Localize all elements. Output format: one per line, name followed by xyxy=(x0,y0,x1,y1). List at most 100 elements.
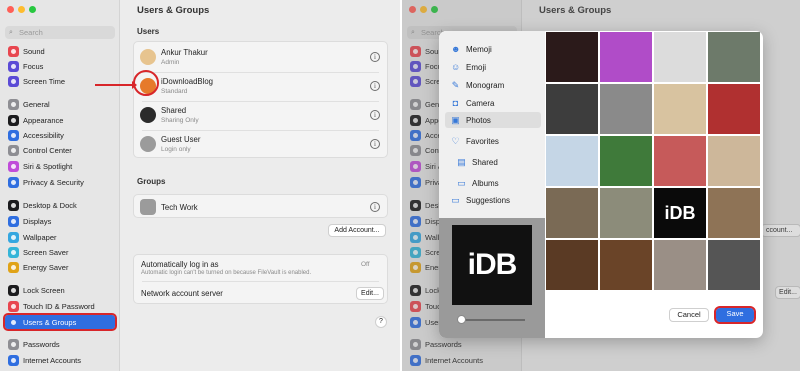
picker-item-shared[interactable]: ▤ Shared xyxy=(445,154,541,170)
picker-item-label: Albums xyxy=(472,178,499,188)
sidebar-item-touch-id-password[interactable]: Touch ID & Password xyxy=(5,299,115,313)
fingerprint-icon xyxy=(410,300,421,312)
info-icon[interactable]: i xyxy=(370,202,380,212)
divider xyxy=(142,72,379,73)
photo-thumbnail[interactable] xyxy=(708,32,760,82)
zoom-button[interactable] xyxy=(431,6,438,13)
users-icon xyxy=(8,316,19,328)
sidebar-item-users-groups[interactable]: Users & Groups xyxy=(3,313,117,331)
avatar xyxy=(140,107,156,123)
help-button[interactable]: ? xyxy=(375,316,387,328)
photo-thumbnail[interactable] xyxy=(546,84,598,134)
search-icon: ⌕ xyxy=(411,29,415,36)
divider xyxy=(142,101,379,102)
photo-thumbnail[interactable] xyxy=(546,136,598,186)
sidebar-item-screen-saver[interactable]: Screen Saver xyxy=(5,245,115,259)
settings-window-right: ⌕ Search SoundFocusScreen TimeGeneralApp… xyxy=(402,0,800,371)
wallpaper-icon xyxy=(8,231,19,243)
edit-button[interactable]: Edit... xyxy=(356,287,384,300)
sidebar-item-internet-accounts[interactable]: Internet Accounts xyxy=(5,353,115,367)
sidebar-item-energy-saver[interactable]: Energy Saver xyxy=(5,260,115,274)
sidebar-item-label: Sound xyxy=(23,46,45,56)
photo-thumbnail[interactable] xyxy=(654,84,706,134)
picker-item-emoji[interactable]: ☺ Emoji xyxy=(445,59,541,75)
sidebar-item-label: Lock Screen xyxy=(23,285,65,295)
avatar xyxy=(140,49,156,65)
search-placeholder: Search xyxy=(19,28,43,37)
sidebar-item-desktop-dock[interactable]: Desktop & Dock xyxy=(5,198,115,212)
avatar-preview: iDB xyxy=(439,218,545,338)
bg-sidebar-item: Passwords xyxy=(407,337,517,351)
minimize-button[interactable] xyxy=(18,6,25,13)
picker-item-monogram[interactable]: ✎ Monogram xyxy=(445,77,541,93)
photo-thumbnail[interactable] xyxy=(708,188,760,238)
photo-thumbnail[interactable] xyxy=(600,188,652,238)
photo-thumbnail[interactable] xyxy=(654,136,706,186)
sidebar-item-sound[interactable]: Sound xyxy=(5,44,115,58)
sidebar-item-label: Screen Saver xyxy=(23,247,69,257)
sidebar-item-displays[interactable]: Displays xyxy=(5,214,115,228)
sidebar-item-label: Desktop & Dock xyxy=(23,200,77,210)
user-name: Ankur Thakur xyxy=(161,48,208,57)
user-role: Admin xyxy=(161,59,180,66)
photo-thumbnail[interactable] xyxy=(546,240,598,290)
photo-thumbnail[interactable] xyxy=(708,240,760,290)
search-input[interactable]: ⌕ Search xyxy=(5,26,115,39)
close-button[interactable] xyxy=(409,6,416,13)
zoom-slider-track[interactable] xyxy=(459,319,525,321)
screensaver-icon xyxy=(410,246,421,258)
info-icon[interactable]: i xyxy=(370,139,380,149)
zoom-button[interactable] xyxy=(29,6,36,13)
sidebar-item-appearance[interactable]: Appearance xyxy=(5,113,115,127)
users-heading: Users xyxy=(137,27,160,36)
photo-thumbnail[interactable]: iDB xyxy=(654,188,706,238)
cancel-button[interactable]: Cancel xyxy=(669,308,709,322)
picker-item-albums[interactable]: ▭ Albums xyxy=(445,175,541,191)
picker-item-camera[interactable]: ◘ Camera xyxy=(445,95,541,111)
photo-thumbnail[interactable] xyxy=(708,136,760,186)
info-icon[interactable]: i xyxy=(370,81,380,91)
bg-sidebar-item-label: Internet Accounts xyxy=(425,355,483,365)
picker-sidebar: ☻ Memoji ☺ Emoji ✎ Monogram ◘ Camera ▣ Photos ♡ Fav… xyxy=(439,31,545,338)
sidebar-item-general[interactable]: General xyxy=(5,97,115,111)
sidebar-item-lock-screen[interactable]: Lock Screen xyxy=(5,283,115,297)
preview-image[interactable]: iDB xyxy=(452,225,532,305)
save-button[interactable]: Save xyxy=(714,306,756,324)
battery-icon xyxy=(410,261,421,273)
picker-item-label: Favorites xyxy=(466,136,499,146)
picker-item-label: Shared xyxy=(472,157,498,167)
picker-item-suggestions[interactable]: ▭ Suggestions xyxy=(445,192,541,208)
picker-item-photos[interactable]: ▣ Photos xyxy=(445,112,541,128)
close-button[interactable] xyxy=(7,6,14,13)
sidebar-item-wallpaper[interactable]: Wallpaper xyxy=(5,230,115,244)
picker-item-memoji[interactable]: ☻ Memoji xyxy=(445,41,541,57)
info-icon[interactable]: i xyxy=(370,110,380,120)
sidebar-item-label: Users & Groups xyxy=(23,317,77,327)
battery-icon xyxy=(8,261,19,273)
sidebar-item-passwords[interactable]: Passwords xyxy=(5,337,115,351)
zoom-slider-knob[interactable] xyxy=(457,315,466,324)
minimize-button[interactable] xyxy=(420,6,427,13)
photo-thumbnail[interactable] xyxy=(600,240,652,290)
siri-icon xyxy=(410,160,421,172)
picker-item-favorites[interactable]: ♡ Favorites xyxy=(445,133,541,149)
sidebar-item-privacy-security[interactable]: Privacy & Security xyxy=(5,175,115,189)
sidebar-item-siri-spotlight[interactable]: Siri & Spotlight xyxy=(5,159,115,173)
sidebar-item-focus[interactable]: Focus xyxy=(5,59,115,73)
sidebar-item-control-center[interactable]: Control Center xyxy=(5,143,115,157)
photo-thumbnail[interactable] xyxy=(600,136,652,186)
photo-thumbnail[interactable] xyxy=(546,188,598,238)
shared-album-icon: ▤ xyxy=(457,156,466,167)
sidebar-item-accessibility[interactable]: Accessibility xyxy=(5,128,115,142)
photo-thumbnail[interactable] xyxy=(708,84,760,134)
photo-thumbnail[interactable] xyxy=(546,32,598,82)
auto-login-select[interactable]: Off xyxy=(361,261,370,268)
add-account-button[interactable]: Add Account... xyxy=(328,224,386,237)
photo-thumbnail[interactable] xyxy=(600,32,652,82)
photo-thumbnail[interactable] xyxy=(654,32,706,82)
photo-thumbnail[interactable] xyxy=(600,84,652,134)
memoji-icon: ☻ xyxy=(451,43,461,54)
photo-thumbnail[interactable] xyxy=(654,240,706,290)
info-icon[interactable]: i xyxy=(370,52,380,62)
siri-icon xyxy=(8,160,19,172)
